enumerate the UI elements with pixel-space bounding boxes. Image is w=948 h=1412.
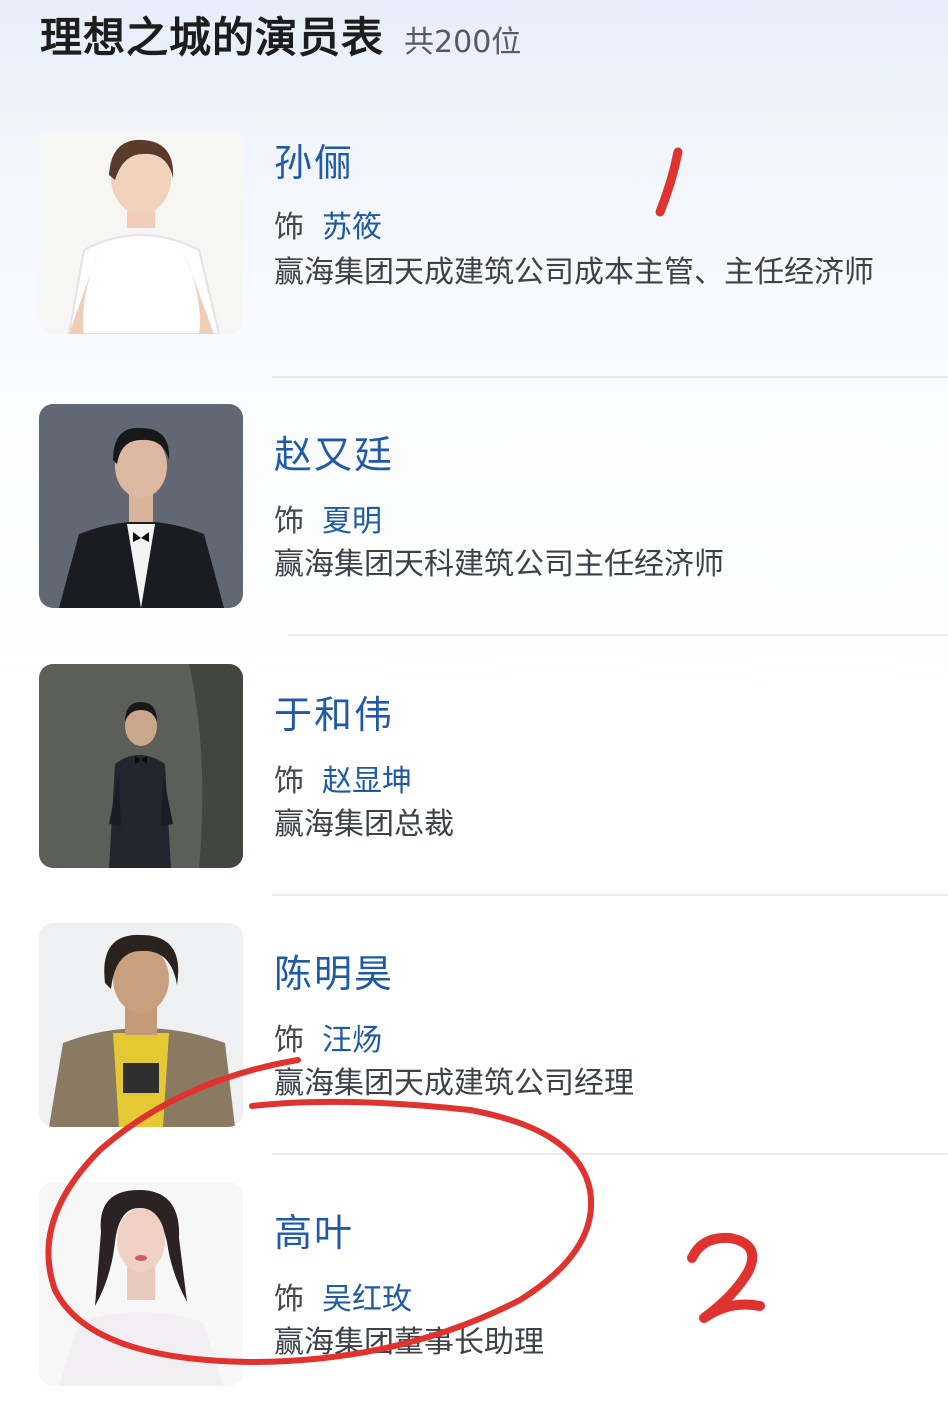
character-name[interactable]: 赵显坤 [322, 764, 412, 799]
character-description: 赢海集团董事长助理 [274, 1325, 544, 1360]
divider [272, 894, 948, 896]
cast-card[interactable]: 赵又廷 饰夏明 赢海集团天科建筑公司主任经济师 [0, 404, 948, 636]
actor-name[interactable]: 高叶 [274, 1202, 354, 1257]
page-title: 理想之城的演员表 [40, 13, 385, 62]
cast-count: 共200位 [404, 25, 522, 60]
character-name[interactable]: 夏明 [322, 504, 382, 539]
cast-card[interactable]: 于和伟 饰赵显坤 赢海集团总裁 [0, 664, 948, 896]
actor-name[interactable]: 赵又廷 [274, 424, 394, 479]
actor-photo[interactable] [39, 404, 243, 608]
character-name[interactable]: 汪炀 [322, 1023, 382, 1058]
role-prefix: 饰 [274, 1023, 304, 1058]
character-line: 饰吴红玫 [274, 1274, 412, 1318]
character-name[interactable]: 吴红玫 [322, 1282, 412, 1317]
actor-name[interactable]: 孙俪 [274, 132, 354, 187]
character-line: 饰夏明 [274, 496, 382, 540]
divider [272, 1153, 948, 1155]
character-description: 赢海集团总裁 [274, 807, 454, 842]
character-description: 赢海集团天成建筑公司成本主管、主任经济师 [274, 255, 874, 290]
character-line: 饰苏筱 [274, 202, 382, 246]
character-name[interactable]: 苏筱 [322, 210, 382, 245]
cast-card[interactable]: 孙俪 饰苏筱 赢海集团天成建筑公司成本主管、主任经济师 [0, 128, 948, 378]
role-prefix: 饰 [274, 504, 304, 539]
actor-name[interactable]: 于和伟 [274, 684, 394, 739]
role-prefix: 饰 [274, 764, 304, 799]
character-description: 赢海集团天科建筑公司主任经济师 [274, 547, 724, 582]
actor-photo[interactable] [39, 130, 243, 334]
divider [272, 376, 948, 378]
character-description: 赢海集团天成建筑公司经理 [274, 1066, 634, 1101]
actor-photo[interactable] [39, 923, 243, 1127]
character-line: 饰赵显坤 [274, 756, 412, 800]
role-prefix: 饰 [274, 1282, 304, 1317]
divider [288, 634, 948, 636]
cast-card[interactable]: 陈明昊 饰汪炀 赢海集团天成建筑公司经理 [0, 923, 948, 1155]
actor-photo[interactable] [39, 1182, 243, 1386]
cast-card[interactable]: 高叶 饰吴红玫 赢海集团董事长助理 [0, 1182, 948, 1412]
actor-name[interactable]: 陈明昊 [274, 943, 394, 998]
cast-list-header: 理想之城的演员表 共200位 [40, 4, 521, 65]
role-prefix: 饰 [274, 210, 304, 245]
actor-photo[interactable] [39, 664, 243, 868]
character-line: 饰汪炀 [274, 1015, 382, 1059]
